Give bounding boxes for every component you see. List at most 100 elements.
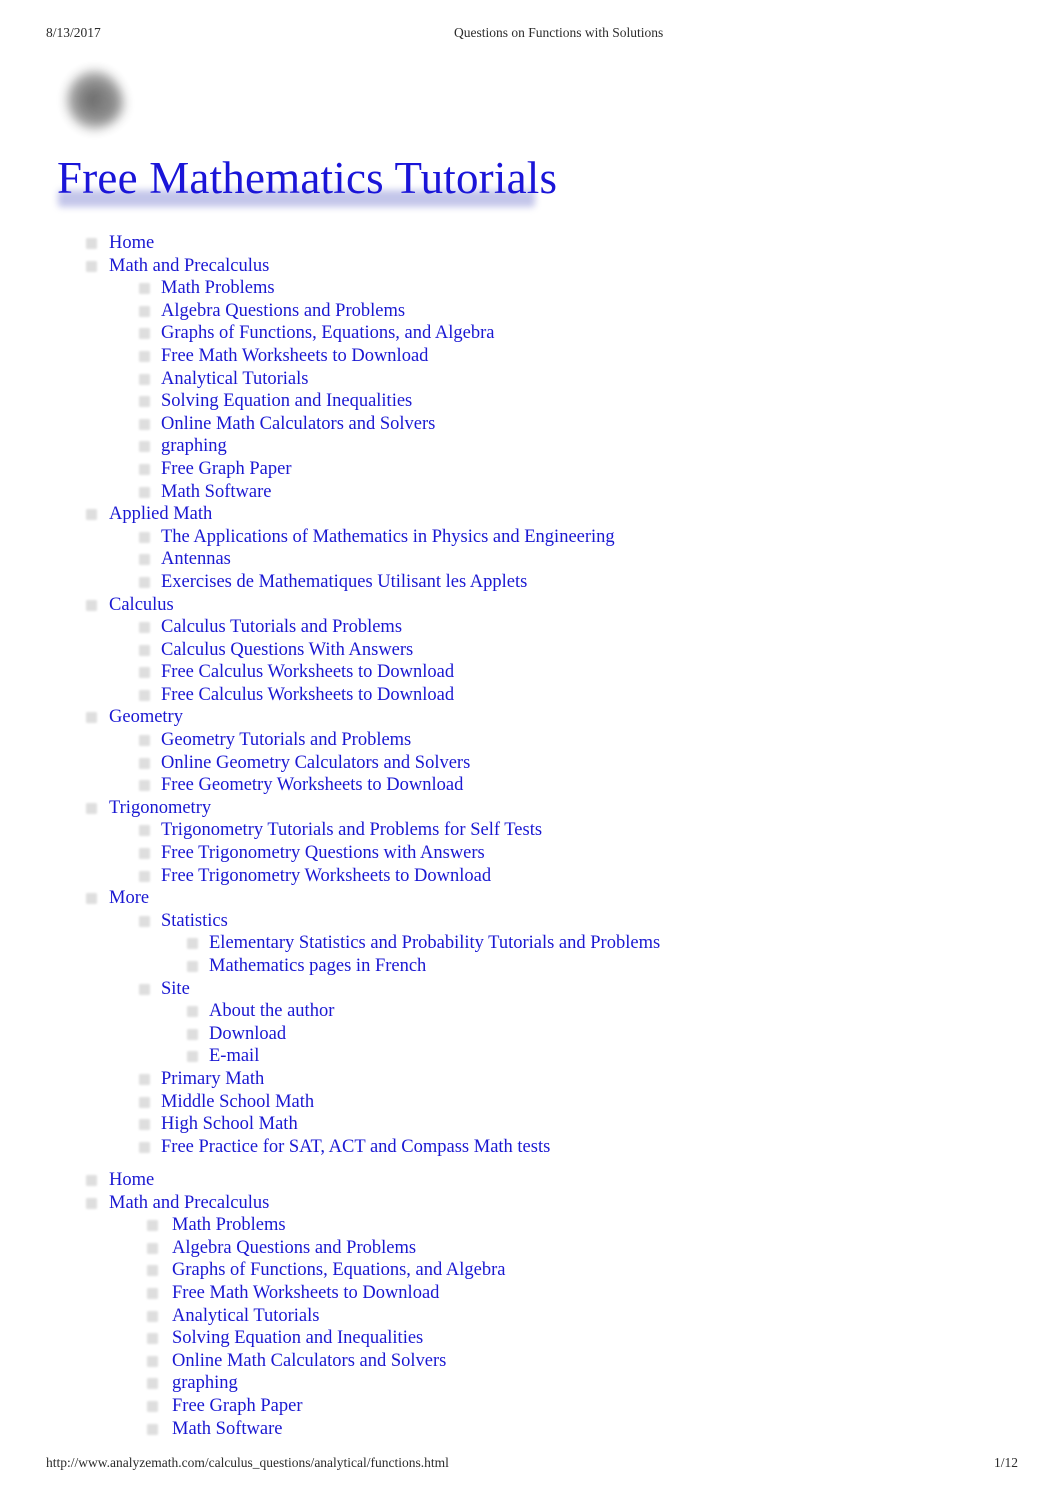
nav-item-middle-school-math[interactable]: Middle School Math [0, 1091, 1062, 1114]
nav-item-mathematics-pages-in-french[interactable]: Mathematics pages in French [0, 955, 1062, 978]
nav-link-label[interactable]: Analytical Tutorials [172, 1305, 320, 1328]
nav-link-label[interactable]: Download [209, 1023, 286, 1046]
nav-item-solving-equation-and-inequalities[interactable]: Solving Equation and Inequalities [0, 390, 1062, 413]
nav-item-analytical-tutorials[interactable]: Analytical Tutorials [0, 368, 1062, 391]
nav-link-label[interactable]: Home [109, 1169, 154, 1192]
nav-link-label[interactable]: Math Problems [161, 277, 275, 300]
nav-item-exercises-de-mathematiques-utilisant-les-apple[interactable]: Exercises de Mathematiques Utilisant les… [0, 571, 1062, 594]
nav-link-label[interactable]: Online Math Calculators and Solvers [172, 1350, 446, 1373]
nav-item-free-graph-paper[interactable]: Free Graph Paper [0, 458, 1062, 481]
nav-item-free-math-worksheets-to-download[interactable]: Free Math Worksheets to Download [0, 345, 1062, 368]
nav-link-label[interactable]: Free Calculus Worksheets to Download [161, 684, 454, 707]
nav-link-label[interactable]: Antennas [161, 548, 231, 571]
nav-link-label[interactable]: Geometry [109, 706, 183, 729]
nav-item-high-school-math[interactable]: High School Math [0, 1113, 1062, 1136]
nav-link-label[interactable]: Algebra Questions and Problems [172, 1237, 416, 1260]
nav-link-label[interactable]: Math and Precalculus [109, 255, 269, 278]
nav-link-label[interactable]: Statistics [161, 910, 228, 933]
nav-item-applied-math[interactable]: Applied Math [0, 503, 1062, 526]
nav-item-trigonometry[interactable]: Trigonometry [0, 797, 1062, 820]
nav-item-the-applications-of-mathematics-in-physics-and[interactable]: The Applications of Mathematics in Physi… [0, 526, 1062, 549]
nav-link-label[interactable]: Algebra Questions and Problems [161, 300, 405, 323]
nav-item-math-problems[interactable]: Math Problems [0, 277, 1062, 300]
nav-link-label[interactable]: Math and Precalculus [109, 1192, 269, 1215]
nav-item-statistics[interactable]: Statistics [0, 910, 1062, 933]
nav-item-math-and-precalculus[interactable]: Math and Precalculus [0, 255, 1062, 278]
nav-link-label[interactable]: Math Software [161, 481, 271, 504]
nav-item-geometry-tutorials-and-problems[interactable]: Geometry Tutorials and Problems [0, 729, 1062, 752]
nav-link-label[interactable]: Mathematics pages in French [209, 955, 426, 978]
nav-link-label[interactable]: graphing [172, 1372, 238, 1395]
nav-item-algebra-questions-and-problems[interactable]: Algebra Questions and Problems [0, 300, 1062, 323]
nav-link-label[interactable]: Free Trigonometry Questions with Answers [161, 842, 485, 865]
nav-item-analytical-tutorials[interactable]: Analytical Tutorials [0, 1305, 1062, 1328]
nav-link-label[interactable]: Calculus [109, 594, 174, 617]
nav-item-calculus-questions-with-answers[interactable]: Calculus Questions With Answers [0, 639, 1062, 662]
nav-link-label[interactable]: Trigonometry [109, 797, 211, 820]
nav-link-label[interactable]: Calculus Questions With Answers [161, 639, 413, 662]
nav-link-label[interactable]: Math Software [172, 1418, 282, 1441]
nav-link-label[interactable]: Elementary Statistics and Probability Tu… [209, 932, 660, 955]
nav-link-label[interactable]: Middle School Math [161, 1091, 314, 1114]
nav-item-online-geometry-calculators-and-solvers[interactable]: Online Geometry Calculators and Solvers [0, 752, 1062, 775]
nav-link-label[interactable]: Solving Equation and Inequalities [161, 390, 412, 413]
nav-item-about-the-author[interactable]: About the author [0, 1000, 1062, 1023]
nav-item-free-calculus-worksheets-to-download[interactable]: Free Calculus Worksheets to Download [0, 661, 1062, 684]
nav-item-free-trigonometry-questions-with-answers[interactable]: Free Trigonometry Questions with Answers [0, 842, 1062, 865]
nav-link-label[interactable]: Solving Equation and Inequalities [172, 1327, 423, 1350]
nav-link-label[interactable]: E-mail [209, 1045, 259, 1068]
nav-item-math-and-precalculus[interactable]: Math and Precalculus [0, 1192, 1062, 1215]
nav-item-graphing[interactable]: graphing [0, 435, 1062, 458]
nav-item-geometry[interactable]: Geometry [0, 706, 1062, 729]
nav-link-label[interactable]: Free Practice for SAT, ACT and Compass M… [161, 1136, 550, 1159]
nav-item-calculus-tutorials-and-problems[interactable]: Calculus Tutorials and Problems [0, 616, 1062, 639]
nav-item-home[interactable]: Home [0, 232, 1062, 255]
nav-link-label[interactable]: Graphs of Functions, Equations, and Alge… [172, 1259, 505, 1282]
nav-link-label[interactable]: Analytical Tutorials [161, 368, 309, 391]
nav-item-free-calculus-worksheets-to-download[interactable]: Free Calculus Worksheets to Download [0, 684, 1062, 707]
nav-item-math-problems[interactable]: Math Problems [0, 1214, 1062, 1237]
nav-item-home[interactable]: Home [0, 1169, 1062, 1192]
nav-link-label[interactable]: Free Math Worksheets to Download [172, 1282, 439, 1305]
nav-link-label[interactable]: graphing [161, 435, 227, 458]
nav-item-e-mail[interactable]: E-mail [0, 1045, 1062, 1068]
nav-link-label[interactable]: Trigonometry Tutorials and Problems for … [161, 819, 542, 842]
nav-link-label[interactable]: Exercises de Mathematiques Utilisant les… [161, 571, 527, 594]
nav-link-label[interactable]: Home [109, 232, 154, 255]
nav-item-trigonometry-tutorials-and-problems-for-self-t[interactable]: Trigonometry Tutorials and Problems for … [0, 819, 1062, 842]
nav-link-label[interactable]: Free Trigonometry Worksheets to Download [161, 865, 491, 888]
nav-link-label[interactable]: Calculus Tutorials and Problems [161, 616, 402, 639]
nav-link-label[interactable]: High School Math [161, 1113, 298, 1136]
nav-item-graphing[interactable]: graphing [0, 1372, 1062, 1395]
nav-link-label[interactable]: Free Geometry Worksheets to Download [161, 774, 463, 797]
nav-link-label[interactable]: Applied Math [109, 503, 212, 526]
nav-link-label[interactable]: Free Calculus Worksheets to Download [161, 661, 454, 684]
nav-item-graphs-of-functions-equations-and-algebra[interactable]: Graphs of Functions, Equations, and Alge… [0, 1259, 1062, 1282]
nav-item-algebra-questions-and-problems[interactable]: Algebra Questions and Problems [0, 1237, 1062, 1260]
nav-item-solving-equation-and-inequalities[interactable]: Solving Equation and Inequalities [0, 1327, 1062, 1350]
nav-item-elementary-statistics-and-probability-tutorial[interactable]: Elementary Statistics and Probability Tu… [0, 932, 1062, 955]
nav-link-label[interactable]: Graphs of Functions, Equations, and Alge… [161, 322, 494, 345]
nav-item-antennas[interactable]: Antennas [0, 548, 1062, 571]
nav-link-label[interactable]: Free Graph Paper [172, 1395, 302, 1418]
nav-link-label[interactable]: About the author [209, 1000, 334, 1023]
nav-item-primary-math[interactable]: Primary Math [0, 1068, 1062, 1091]
nav-item-online-math-calculators-and-solvers[interactable]: Online Math Calculators and Solvers [0, 413, 1062, 436]
nav-item-math-software[interactable]: Math Software [0, 481, 1062, 504]
nav-item-graphs-of-functions-equations-and-algebra[interactable]: Graphs of Functions, Equations, and Alge… [0, 322, 1062, 345]
nav-link-label[interactable]: Online Math Calculators and Solvers [161, 413, 435, 436]
nav-link-label[interactable]: Free Math Worksheets to Download [161, 345, 428, 368]
nav-link-label[interactable]: Math Problems [172, 1214, 286, 1237]
nav-item-free-graph-paper[interactable]: Free Graph Paper [0, 1395, 1062, 1418]
nav-item-free-practice-for-sat-act-and-compass-math-tes[interactable]: Free Practice for SAT, ACT and Compass M… [0, 1136, 1062, 1159]
nav-link-label[interactable]: Online Geometry Calculators and Solvers [161, 752, 470, 775]
nav-item-free-trigonometry-worksheets-to-download[interactable]: Free Trigonometry Worksheets to Download [0, 865, 1062, 888]
nav-link-label[interactable]: Site [161, 978, 190, 1001]
nav-item-free-geometry-worksheets-to-download[interactable]: Free Geometry Worksheets to Download [0, 774, 1062, 797]
nav-item-site[interactable]: Site [0, 978, 1062, 1001]
nav-item-calculus[interactable]: Calculus [0, 594, 1062, 617]
nav-link-label[interactable]: More [109, 887, 149, 910]
nav-link-label[interactable]: Free Graph Paper [161, 458, 291, 481]
nav-item-download[interactable]: Download [0, 1023, 1062, 1046]
nav-link-label[interactable]: The Applications of Mathematics in Physi… [161, 526, 615, 549]
